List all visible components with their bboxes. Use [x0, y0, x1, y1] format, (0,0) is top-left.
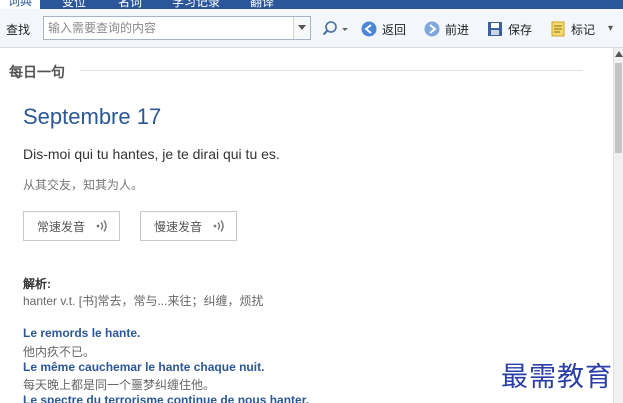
forward-label: 前进	[445, 22, 470, 37]
more-options-icon[interactable]: ▾	[608, 23, 613, 34]
bookmark-label: 标记	[571, 22, 596, 37]
tab-nouns[interactable]: 名词	[118, 0, 142, 9]
tab-conjugation[interactable]: 变位	[62, 0, 86, 9]
slow-speed-audio-button[interactable]: 慢速发音	[140, 211, 237, 241]
search-button[interactable]	[321, 20, 351, 38]
sound-wave-icon	[96, 220, 107, 232]
toolbar: 查找 返回 前进	[0, 9, 623, 48]
sentence-chinese: 从其交友，知其为人。	[23, 178, 144, 192]
search-combobox[interactable]	[43, 16, 311, 40]
analysis-text: hanter v.t. [书]常去，常与...来往；纠缠，烦扰	[23, 294, 264, 308]
menu-tab-strip: 词典 变位 名词 学习记录 翻译	[0, 0, 623, 9]
sentence-date: Septembre 17	[23, 104, 162, 129]
chevron-down-icon	[298, 25, 306, 30]
watermark-text: 最需教育	[501, 362, 613, 393]
scroll-up-arrow-icon[interactable]	[615, 51, 623, 57]
example-chinese: 他内疚不已。	[23, 345, 96, 359]
sound-wave-icon	[213, 220, 224, 232]
save-label: 保存	[508, 22, 533, 37]
search-dropdown-button[interactable]	[293, 17, 310, 39]
bookmark-button[interactable]: 标记	[550, 19, 595, 39]
bookmark-note-icon	[551, 21, 565, 37]
daily-sentence-panel: 每日一句 Septembre 17 Dis-moi qui tu hantes,…	[0, 48, 613, 403]
scrollbar-thumb[interactable]	[615, 63, 622, 153]
vertical-scrollbar[interactable]	[613, 48, 623, 403]
section-title: 每日一句	[9, 64, 65, 80]
example-chinese: 每天晚上都是同一个噩梦纠缠住他。	[23, 378, 216, 392]
back-arrow-icon	[361, 21, 377, 37]
magnifier-icon	[322, 21, 348, 36]
floppy-disk-icon	[488, 22, 502, 36]
example-french: Le même cauchemar le hante chaque nuit.	[23, 360, 265, 374]
tab-study-record[interactable]: 学习记录	[172, 0, 220, 9]
back-button[interactable]: 返回	[361, 19, 406, 39]
example-french: Le spectre du terrorisme continue de nou…	[23, 393, 310, 403]
normal-speed-audio-button[interactable]: 常速发音	[23, 211, 120, 241]
analysis-label: 解析:	[23, 277, 51, 291]
slow-speed-label: 慢速发音	[154, 219, 203, 234]
section-divider	[80, 70, 583, 71]
forward-arrow-icon	[424, 21, 440, 37]
tab-translate[interactable]: 翻译	[250, 0, 274, 9]
example-french: Le remords le hante.	[23, 326, 141, 340]
tab-dictionary[interactable]: 词典	[0, 0, 41, 9]
save-button[interactable]: 保存	[487, 19, 532, 39]
sentence-french: Dis-moi qui tu hantes, je te dirai qui t…	[23, 146, 280, 162]
search-label: 查找	[6, 23, 31, 37]
search-input[interactable]	[44, 17, 294, 39]
normal-speed-label: 常速发音	[37, 219, 86, 234]
forward-button[interactable]: 前进	[424, 19, 469, 39]
back-label: 返回	[382, 22, 407, 37]
